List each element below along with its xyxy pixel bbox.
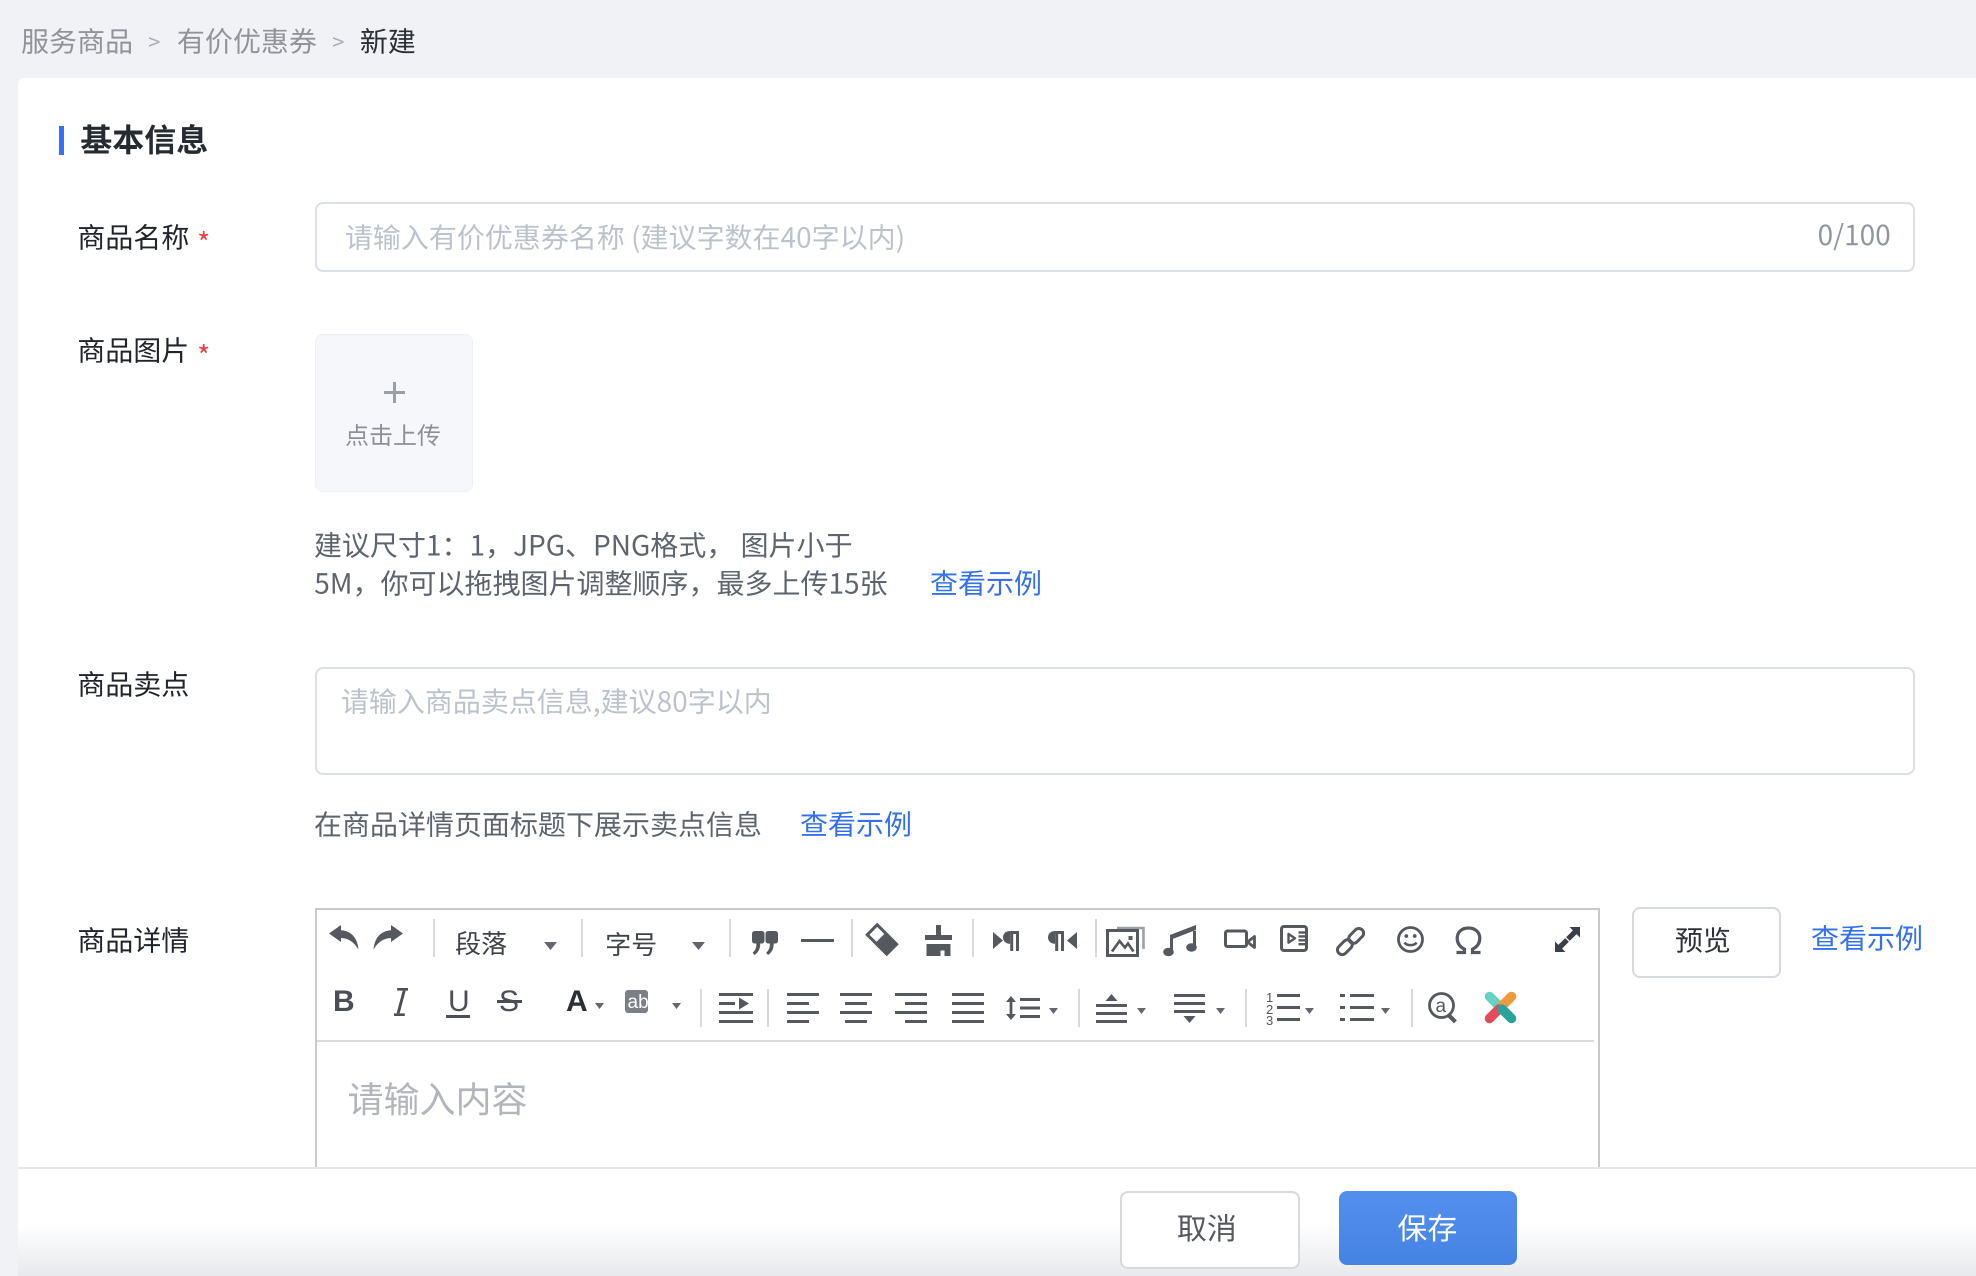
svg-text:3: 3 bbox=[1266, 1013, 1273, 1028]
svg-text:a: a bbox=[1435, 996, 1446, 1017]
